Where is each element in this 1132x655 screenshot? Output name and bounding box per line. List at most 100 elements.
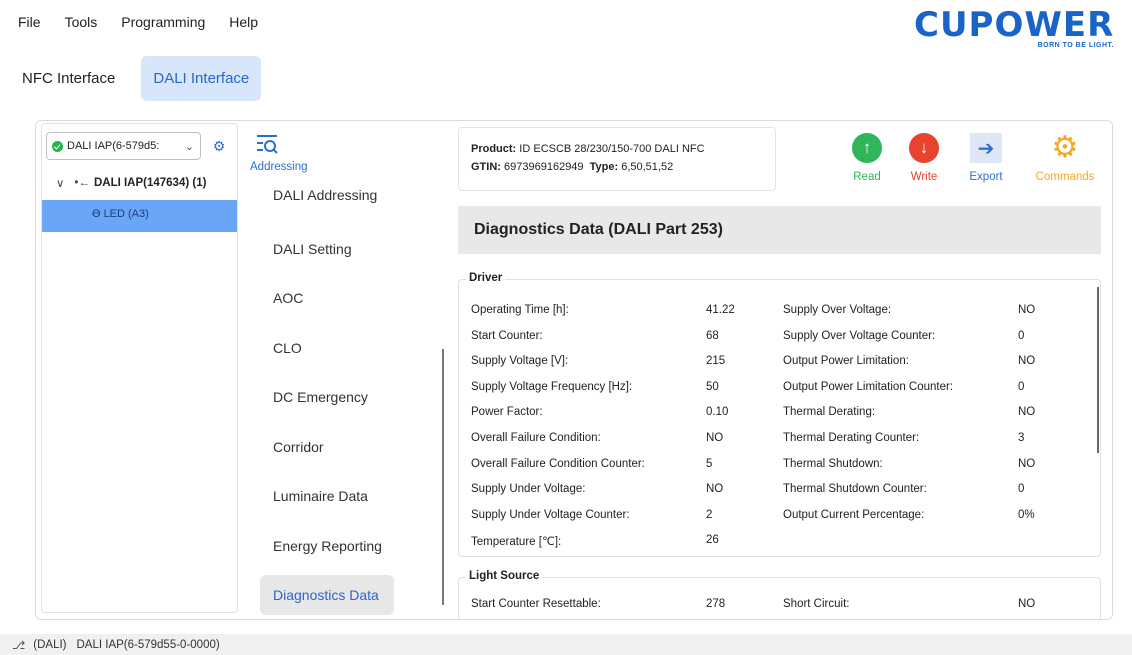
nav-dali-addressing[interactable]: DALI Addressing (260, 189, 394, 215)
connected-check-icon (52, 140, 63, 152)
plug-icon: ⎇ (12, 639, 26, 652)
diag-label: Output Current Percentage: (783, 508, 925, 521)
gear-icon: ⚙ (1051, 131, 1079, 164)
chevron-down-icon[interactable]: ∨ (56, 176, 64, 190)
diag-label: Supply Voltage [V]: (471, 355, 569, 368)
diag-label: Thermal Shutdown: (783, 457, 883, 470)
diag-label: Supply Over Voltage Counter: (783, 329, 936, 342)
diag-label: Overall Failure Condition Counter: (471, 457, 645, 470)
menu-bar: File Tools Programming Help (0, 0, 700, 44)
diag-value: NO (706, 483, 724, 496)
logo-brand: CUPOWER (914, 5, 1115, 45)
read-label: Read (853, 171, 881, 183)
product-info: Product: ID ECSCB 28/230/150-700 DALI NF… (458, 127, 776, 191)
read-button[interactable]: ↑ Read (837, 133, 897, 183)
usb-icon: •← (74, 177, 90, 189)
diag-value: NO (1018, 598, 1036, 610)
diag-label: Supply Over Voltage: (783, 304, 892, 316)
diag-value: 50 (706, 380, 719, 393)
nav-energy-reporting[interactable]: Energy Reporting (260, 526, 394, 566)
device-select[interactable]: DALI IAP(6-579d5: ⌄ (46, 132, 201, 160)
addressing-button[interactable]: Addressing (250, 133, 320, 173)
diag-label: Temperature [℃]: (471, 536, 562, 549)
driver-group: Driver Operating Time [h]: 41.22 Supply Ov… (458, 272, 1101, 557)
product-value: ID ECSCB 28/230/150-700 DALI NFC (519, 143, 705, 155)
diag-row: Operating Time [h]: 41.22 Supply Over Volt… (471, 304, 1096, 324)
export-button[interactable]: ➔ Export (956, 133, 1016, 183)
tab-nfc-interface[interactable]: NFC Interface (10, 56, 127, 101)
diag-label: Start Counter Resettable: (471, 598, 601, 610)
menu-help[interactable]: Help (229, 14, 258, 30)
menu-file[interactable]: File (18, 14, 41, 30)
status-protocol: (DALI) (33, 638, 67, 651)
commands-label: Commands (1035, 171, 1095, 183)
nav-dc-emergency[interactable]: DC Emergency (260, 377, 394, 417)
gtin-value: 6973969162949 (504, 161, 584, 173)
gear-icon: ⚙ (212, 137, 226, 154)
status-device: DALI IAP(6-579d55-0-0000) (76, 638, 220, 651)
nav-corridor[interactable]: Corridor (260, 427, 394, 467)
diag-label: Short Circuit: (783, 598, 850, 610)
diag-label: Thermal Derating Counter: (783, 432, 920, 444)
nav-scrollbar[interactable] (442, 349, 444, 605)
tab-dali-interface[interactable]: DALI Interface (141, 55, 262, 101)
led-bulb-icon: ϴ (92, 208, 101, 220)
diag-value: 215 (706, 355, 726, 368)
diag-value: NO (1018, 457, 1036, 470)
nav-dali-setting[interactable]: DALI Setting (260, 229, 394, 269)
tree-node-led[interactable]: ϴ LED (A3) (42, 200, 237, 232)
menu-programming[interactable]: Programming (121, 14, 205, 30)
main-panel: DALI IAP(6-579d5: ⌄ ⚙ ∨ •← DALI IAP(1476… (35, 120, 1113, 621)
arrow-up-icon: ↑ (852, 133, 882, 163)
diag-label: Supply Voltage Frequency [Hz]: (471, 380, 633, 393)
device-select-value: DALI IAP(6-579d5: (67, 140, 160, 152)
cupower-logo: CUPOWER BORN TO BE LIGHT. (914, 8, 1114, 49)
driver-group-title: Driver (466, 272, 506, 284)
diag-value: 0 (1018, 483, 1025, 496)
diag-row: Overall Failure Condition Counter: 5 Therm… (471, 458, 1096, 478)
diagnostics-scrollbar[interactable] (1097, 287, 1099, 453)
diag-value: 2 (706, 508, 713, 521)
tree-node-root[interactable]: ∨ •← DALI IAP(147634) (1) (56, 176, 206, 190)
diag-label: Output Power Limitation: (783, 355, 909, 368)
diag-value: NO (1018, 355, 1036, 368)
diag-row: Power Factor: 0.10 Thermal Derating: NO (471, 406, 1096, 426)
diag-label: Supply Under Voltage Counter: (471, 508, 630, 521)
diag-value: 68 (706, 329, 719, 342)
diag-value: 5 (706, 457, 713, 470)
tree-node-root-label: DALI IAP(147634) (1) (93, 177, 207, 189)
diag-value: 0 (1018, 380, 1025, 393)
light-source-group: Light Source Start Counter Resettable: 27… (458, 570, 1101, 621)
diag-label: Start Counter: (471, 329, 543, 342)
diag-value: NO (1018, 406, 1036, 419)
addressing-label: Addressing (250, 161, 308, 173)
diag-value: NO (706, 432, 724, 444)
nav-aoc[interactable]: AOC (260, 278, 394, 318)
diag-value: 41.22 (706, 304, 735, 316)
diag-value: 0 (1018, 329, 1025, 342)
diag-row: Supply Under Voltage Counter: 2 Output Cur… (471, 509, 1096, 529)
write-button[interactable]: ↓ Write (894, 133, 954, 183)
diag-label: Overall Failure Condition: (471, 432, 601, 444)
gtin-label: GTIN: (471, 161, 501, 173)
menu-tools[interactable]: Tools (65, 14, 98, 30)
chevron-down-icon: ⌄ (184, 140, 194, 153)
settings-gear-button[interactable]: ⚙ (208, 135, 230, 157)
diag-label: Thermal Shutdown Counter: (783, 483, 927, 496)
diag-value: 3 (1018, 432, 1025, 444)
write-label: Write (910, 171, 938, 183)
diag-value: 0% (1018, 508, 1035, 521)
arrow-down-icon: ↓ (909, 133, 939, 163)
diag-row: Supply Under Voltage: NO Thermal Shutdown … (471, 483, 1096, 503)
diag-label: Power Factor: (471, 406, 543, 419)
tree-node-led-label: LED (A3) (103, 208, 149, 220)
export-label: Export (969, 171, 1003, 183)
nav-diagnostics-data[interactable]: Diagnostics Data (260, 575, 394, 615)
nav-clo[interactable]: CLO (260, 328, 394, 368)
diag-label: Supply Under Voltage: (471, 483, 586, 496)
commands-button[interactable]: ⚙ Commands (1035, 131, 1095, 184)
diag-row: Supply Voltage [V]: 215 Output Power Limit… (471, 355, 1096, 375)
diag-label: Output Power Limitation Counter: (783, 380, 954, 393)
nav-luminaire-data[interactable]: Luminaire Data (260, 476, 394, 516)
device-tree: DALI IAP(6-579d5: ⌄ ⚙ ∨ •← DALI IAP(1476… (41, 123, 238, 613)
